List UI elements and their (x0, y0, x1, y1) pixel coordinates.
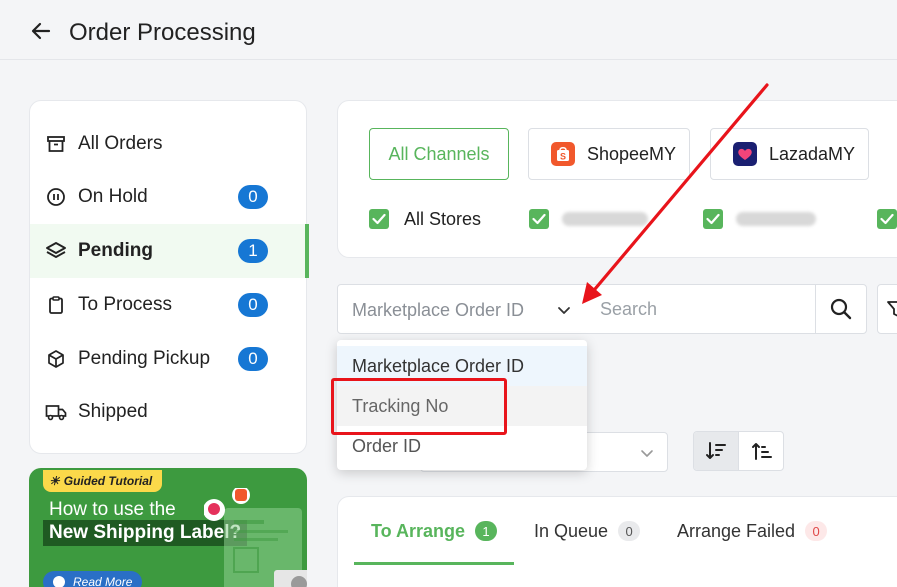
read-more-button[interactable]: Read More (43, 571, 143, 587)
store-checkbox[interactable] (529, 209, 549, 229)
guided-tutorial-label: Guided Tutorial (63, 474, 153, 488)
checkmark-icon (706, 213, 720, 225)
guided-tutorial-pill: ☀ Guided Tutorial (43, 470, 163, 492)
chevron-down-icon (558, 307, 570, 314)
search-field-value: Marketplace Order ID (352, 300, 525, 320)
tab-label: To Arrange (370, 520, 465, 541)
redacted-store-name (736, 212, 816, 226)
sidebar-item-to-process[interactable]: To Process 0 (30, 278, 308, 332)
sidebar-item-label: Pending (78, 240, 153, 261)
back-button[interactable] (28, 18, 54, 44)
arrow-left-icon (31, 22, 51, 40)
search-input[interactable] (586, 284, 816, 334)
banner-headline: How to use the (49, 499, 176, 520)
sidebar-item-on-hold[interactable]: On Hold 0 (30, 170, 308, 224)
sidebar-item-label: On Hold (78, 186, 148, 207)
clipboard-icon (45, 294, 67, 316)
tab-count-badge: 0 (618, 521, 641, 541)
top-bar: Order Processing (0, 0, 897, 60)
tab-to-arrange[interactable]: To Arrange 1 (354, 497, 514, 565)
shipping-label-illustration (204, 488, 307, 587)
status-sidebar: All Orders On Hold 0 Pending 1 To Proces… (29, 100, 309, 454)
checkmark-icon (372, 213, 386, 225)
search-field-dropdown: Marketplace Order ID Tracking No Order I… (337, 340, 587, 470)
shopee-logo-icon: S (551, 142, 575, 166)
filter-button[interactable] (877, 284, 897, 334)
search-icon (830, 298, 852, 320)
tab-count-badge: 0 (805, 521, 828, 541)
sort-ascending-button[interactable] (739, 432, 783, 470)
count-badge: 0 (238, 293, 268, 317)
sort-ascending-icon (751, 443, 772, 460)
sidebar-item-label: To Process (78, 294, 172, 315)
search-field-select[interactable]: Marketplace Order ID (337, 284, 587, 334)
archive-box-icon (45, 133, 67, 155)
tab-count-badge: 1 (475, 521, 497, 541)
count-badge: 0 (238, 185, 268, 209)
count-badge: 0 (238, 347, 268, 371)
sidebar-item-label: Shipped (78, 401, 148, 422)
sidebar-item-label: All Orders (78, 133, 163, 154)
sidebar-item-all-orders[interactable]: All Orders (30, 117, 308, 171)
truck-icon (45, 401, 67, 423)
package-icon (45, 348, 67, 370)
pause-circle-icon (45, 186, 67, 208)
tab-in-queue[interactable]: In Queue 0 (534, 497, 641, 565)
svg-text:S: S (560, 152, 566, 162)
sort-descending-button[interactable] (694, 432, 739, 470)
store-checkbox[interactable] (703, 209, 723, 229)
channel-all-button[interactable]: All Channels (369, 128, 509, 180)
order-tabs-card: To Arrange 1 In Queue 0 Arrange Failed 0 (337, 496, 897, 587)
filter-icon (887, 301, 897, 317)
tab-arrange-failed[interactable]: Arrange Failed 0 (677, 497, 828, 565)
page-title: Order Processing (69, 19, 256, 46)
lightbulb-icon: ☀ (49, 474, 60, 488)
channel-label: LazadaMY (769, 143, 856, 164)
lazada-logo-icon (733, 142, 757, 166)
sidebar-item-pending[interactable]: Pending 1 (30, 224, 309, 278)
option-tracking-no[interactable]: Tracking No (337, 386, 587, 426)
channel-label: ShopeeMY (587, 143, 677, 164)
tutorial-banner[interactable]: ☀ Guided Tutorial How to use the New Shi… (29, 468, 307, 587)
all-stores-checkbox[interactable] (369, 209, 389, 229)
checkmark-icon (880, 213, 894, 225)
chevron-down-icon (641, 450, 653, 457)
option-marketplace-order-id[interactable]: Marketplace Order ID (337, 346, 587, 386)
checkmark-icon (532, 213, 546, 225)
channel-filter-card: All Channels S ShopeeMY LazadaMY All Sto… (337, 100, 897, 258)
sidebar-item-label: Pending Pickup (78, 348, 211, 369)
sidebar-item-pending-pickup[interactable]: Pending Pickup 0 (30, 332, 308, 386)
count-badge: 1 (238, 239, 268, 263)
sort-descending-icon (706, 442, 726, 459)
layers-icon (45, 240, 67, 262)
sort-order-toggle (693, 431, 784, 471)
option-order-id[interactable]: Order ID (337, 426, 587, 466)
redacted-store-name (562, 212, 648, 226)
channel-lazada-button[interactable]: LazadaMY (710, 128, 869, 180)
store-checkbox[interactable] (877, 209, 897, 229)
sidebar-item-shipped[interactable]: Shipped (30, 385, 308, 439)
tab-label: Arrange Failed (677, 520, 796, 541)
search-button[interactable] (815, 284, 867, 334)
tab-label: In Queue (534, 520, 609, 541)
all-stores-label: All Stores (404, 209, 482, 229)
channel-shopee-button[interactable]: S ShopeeMY (528, 128, 690, 180)
